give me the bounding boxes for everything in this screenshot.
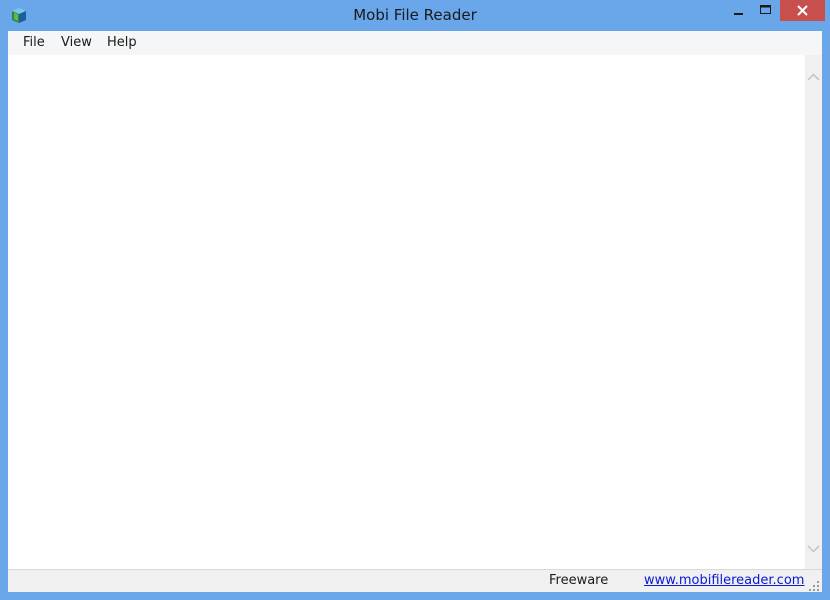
- close-icon: [797, 5, 808, 16]
- title-bar[interactable]: Mobi File Reader: [0, 0, 830, 30]
- window-title: Mobi File Reader: [353, 6, 477, 24]
- chevron-up-icon: [807, 73, 820, 81]
- scroll-up-button[interactable]: [805, 69, 822, 83]
- document-view[interactable]: [8, 55, 805, 569]
- scroll-down-button[interactable]: [805, 541, 822, 555]
- website-link[interactable]: www.mobifilereader.com: [644, 572, 804, 590]
- resize-grip-icon[interactable]: [808, 577, 820, 591]
- maximize-button[interactable]: [752, 0, 779, 21]
- minimize-button[interactable]: [725, 0, 752, 21]
- status-freeware: Freeware: [549, 573, 609, 588]
- maximize-icon: [760, 5, 771, 14]
- menu-view[interactable]: View: [61, 31, 92, 55]
- close-button[interactable]: [780, 0, 825, 21]
- menu-file[interactable]: File: [23, 31, 45, 55]
- client-area: File View Help Freeware www.mobifileread…: [8, 31, 822, 592]
- menu-bar: File View Help: [8, 31, 822, 55]
- menu-help[interactable]: Help: [107, 31, 137, 55]
- status-bar: Freeware www.mobifilereader.com: [8, 569, 822, 592]
- minimize-icon: [734, 13, 743, 15]
- vertical-scrollbar[interactable]: [805, 55, 822, 569]
- app-window: Mobi File Reader File View Help Freeware…: [0, 0, 830, 600]
- chevron-down-icon: [807, 545, 820, 553]
